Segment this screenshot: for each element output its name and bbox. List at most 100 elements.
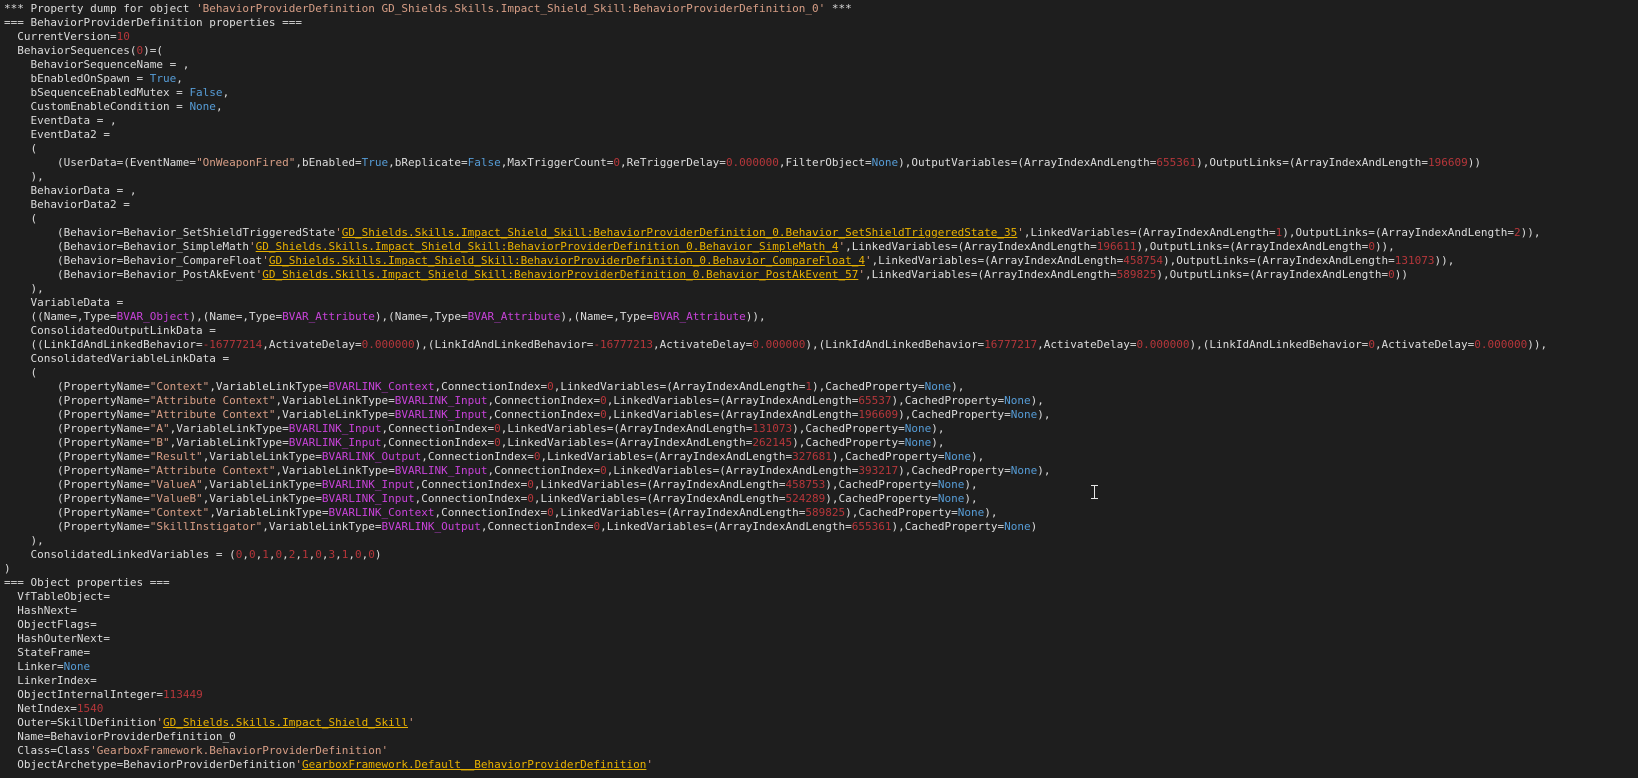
syntax-token: 0 — [547, 380, 554, 393]
console-line: BehaviorData2 = — [4, 198, 130, 211]
syntax-token: BVARLINK_Context — [328, 380, 435, 393]
console-line: ObjectArchetype=BehaviorProviderDefiniti… — [4, 758, 654, 771]
syntax-token: 1540 — [76, 702, 104, 715]
console-line: ConsolidatedVariableLinkData = — [4, 352, 230, 365]
syntax-token: 393217 — [858, 464, 899, 477]
object-reference-link[interactable]: GearboxFramework.Default__BehaviorProvid… — [302, 758, 646, 771]
console-output[interactable]: *** Property dump for object 'BehaviorPr… — [4, 2, 1638, 778]
console-line: (Behavior=Behavior_CompareFloat'GD_Shiel… — [4, 254, 1455, 267]
syntax-token: 0 — [494, 422, 501, 435]
console-line: (PropertyName="Context",VariableLinkType… — [4, 380, 965, 393]
syntax-token: 0 — [600, 464, 607, 477]
object-reference-link[interactable]: GD_Shields.Skills.Impact_Shield_Skill:Be… — [262, 268, 858, 281]
syntax-token: None — [957, 506, 985, 519]
console-line: ), — [4, 170, 44, 183]
console-line: CustomEnableCondition = None, — [4, 100, 223, 113]
console-line: ), — [4, 282, 44, 295]
syntax-token: 2 — [288, 548, 296, 561]
syntax-token: ' — [262, 254, 269, 267]
syntax-token: 589825 — [805, 506, 846, 519]
console-line: (PropertyName="Result",VariableLinkType=… — [4, 450, 985, 463]
console-line: (UserData=(EventName="OnWeaponFired",bEn… — [4, 156, 1481, 169]
syntax-token: None — [189, 100, 216, 113]
console-line: (Behavior=Behavior_PostAkEvent'GD_Shield… — [4, 268, 1409, 281]
syntax-token: 'GearboxFramework.BehaviorProviderDefini… — [90, 744, 389, 757]
syntax-token: 113449 — [162, 688, 203, 701]
syntax-token: 65537 — [858, 394, 892, 407]
syntax-token: "Attribute Context" — [149, 394, 276, 407]
syntax-token: None — [1004, 394, 1031, 407]
syntax-token: 0.000000 — [1136, 338, 1190, 351]
console-line: NetIndex=1540 — [4, 702, 104, 715]
syntax-token: "ValueA" — [149, 478, 203, 491]
syntax-token: BVARLINK_Output — [321, 450, 422, 463]
syntax-token: 16777217 — [984, 338, 1038, 351]
i-beam-cursor-icon — [1090, 484, 1099, 500]
console-line: BehaviorData = , — [4, 184, 137, 197]
syntax-token: None — [904, 422, 932, 435]
syntax-token: ' — [838, 240, 846, 253]
syntax-token: 0 — [533, 450, 541, 463]
syntax-token: "Context" — [149, 506, 210, 519]
syntax-token: 0 — [136, 44, 144, 57]
syntax-token: BVAR_Attribute — [282, 310, 375, 323]
console-line: bEnabledOnSpawn = True, — [4, 72, 183, 85]
syntax-token: ' — [335, 226, 342, 239]
object-reference-link[interactable]: GD_Shields.Skills.Impact_Shield_Skill:Be… — [256, 240, 839, 253]
console-line: ConsolidatedOutputLinkData = — [4, 324, 216, 337]
syntax-token: None — [1004, 520, 1031, 533]
syntax-token: 0 — [1388, 268, 1395, 281]
syntax-token: False — [467, 156, 501, 169]
syntax-token: 458753 — [785, 478, 826, 491]
syntax-token: ' — [864, 254, 872, 267]
syntax-token: 1 — [302, 548, 309, 561]
syntax-token: 2 — [1514, 226, 1521, 239]
console-line: EventData = , — [4, 114, 117, 127]
object-reference-link[interactable]: GD_Shields.Skills.Impact_Shield_Skill — [163, 716, 408, 729]
console-line: Name=BehaviorProviderDefinition_0 — [4, 730, 236, 743]
console-line: (PropertyName="A",VariableLinkType=BVARL… — [4, 422, 945, 435]
console-line: ((LinkIdAndLinkedBehavior=-16777214,Acti… — [4, 338, 1548, 351]
console-line: (PropertyName="ValueA",VariableLinkType=… — [4, 478, 978, 491]
console-line: ( — [4, 142, 38, 155]
syntax-token: 524289 — [785, 492, 826, 505]
console-line: StateFrame= — [4, 646, 91, 659]
syntax-token: 3 — [328, 548, 336, 561]
syntax-token: 1 — [262, 548, 269, 561]
console-line: HashNext= — [4, 604, 77, 617]
syntax-token: 0.000000 — [752, 338, 806, 351]
syntax-token: 0 — [600, 408, 607, 421]
syntax-token: 0 — [593, 520, 601, 533]
syntax-token: ' — [249, 240, 256, 253]
console-line: LinkerIndex= — [4, 674, 97, 687]
syntax-token: True — [149, 72, 177, 85]
syntax-token: BVARLINK_Input — [394, 394, 488, 407]
console-line: BehaviorSequenceName = , — [4, 58, 190, 71]
console-line: (Behavior=Behavior_SetShieldTriggeredSta… — [4, 226, 1541, 239]
syntax-token: BVAR_Attribute — [467, 310, 561, 323]
console-line: === Object properties === — [4, 576, 170, 589]
syntax-token: 1 — [1275, 226, 1283, 239]
syntax-token: None — [1010, 464, 1038, 477]
syntax-token: "Attribute Context" — [149, 408, 276, 421]
syntax-token: True — [361, 156, 389, 169]
syntax-token: BVARLINK_Input — [394, 408, 488, 421]
syntax-token: BVARLINK_Output — [381, 520, 481, 533]
syntax-token: None — [924, 380, 952, 393]
syntax-token: 196611 — [1096, 240, 1137, 253]
console-line: EventData2 = — [4, 128, 110, 141]
syntax-token: 0 — [355, 548, 362, 561]
syntax-token: 262145 — [752, 436, 793, 449]
syntax-token: 458754 — [1123, 254, 1163, 267]
syntax-token: 'BehaviorProviderDefinition GD_Shields.S… — [196, 2, 826, 15]
object-reference-link[interactable]: GD_Shields.Skills.Impact_Shield_Skill:Be… — [269, 254, 865, 267]
syntax-token: 0 — [600, 394, 607, 407]
syntax-token: 0 — [275, 548, 283, 561]
syntax-token: -16777214 — [202, 338, 263, 351]
console-line: ( — [4, 366, 38, 379]
object-reference-link[interactable]: GD_Shields.Skills.Impact_Shield_Skill:Be… — [342, 226, 1018, 239]
console-line: ) — [4, 562, 11, 575]
syntax-token: 0.000000 — [1474, 338, 1528, 351]
syntax-token: "Attribute Context" — [149, 464, 276, 477]
syntax-token: 131073 — [1394, 254, 1435, 267]
